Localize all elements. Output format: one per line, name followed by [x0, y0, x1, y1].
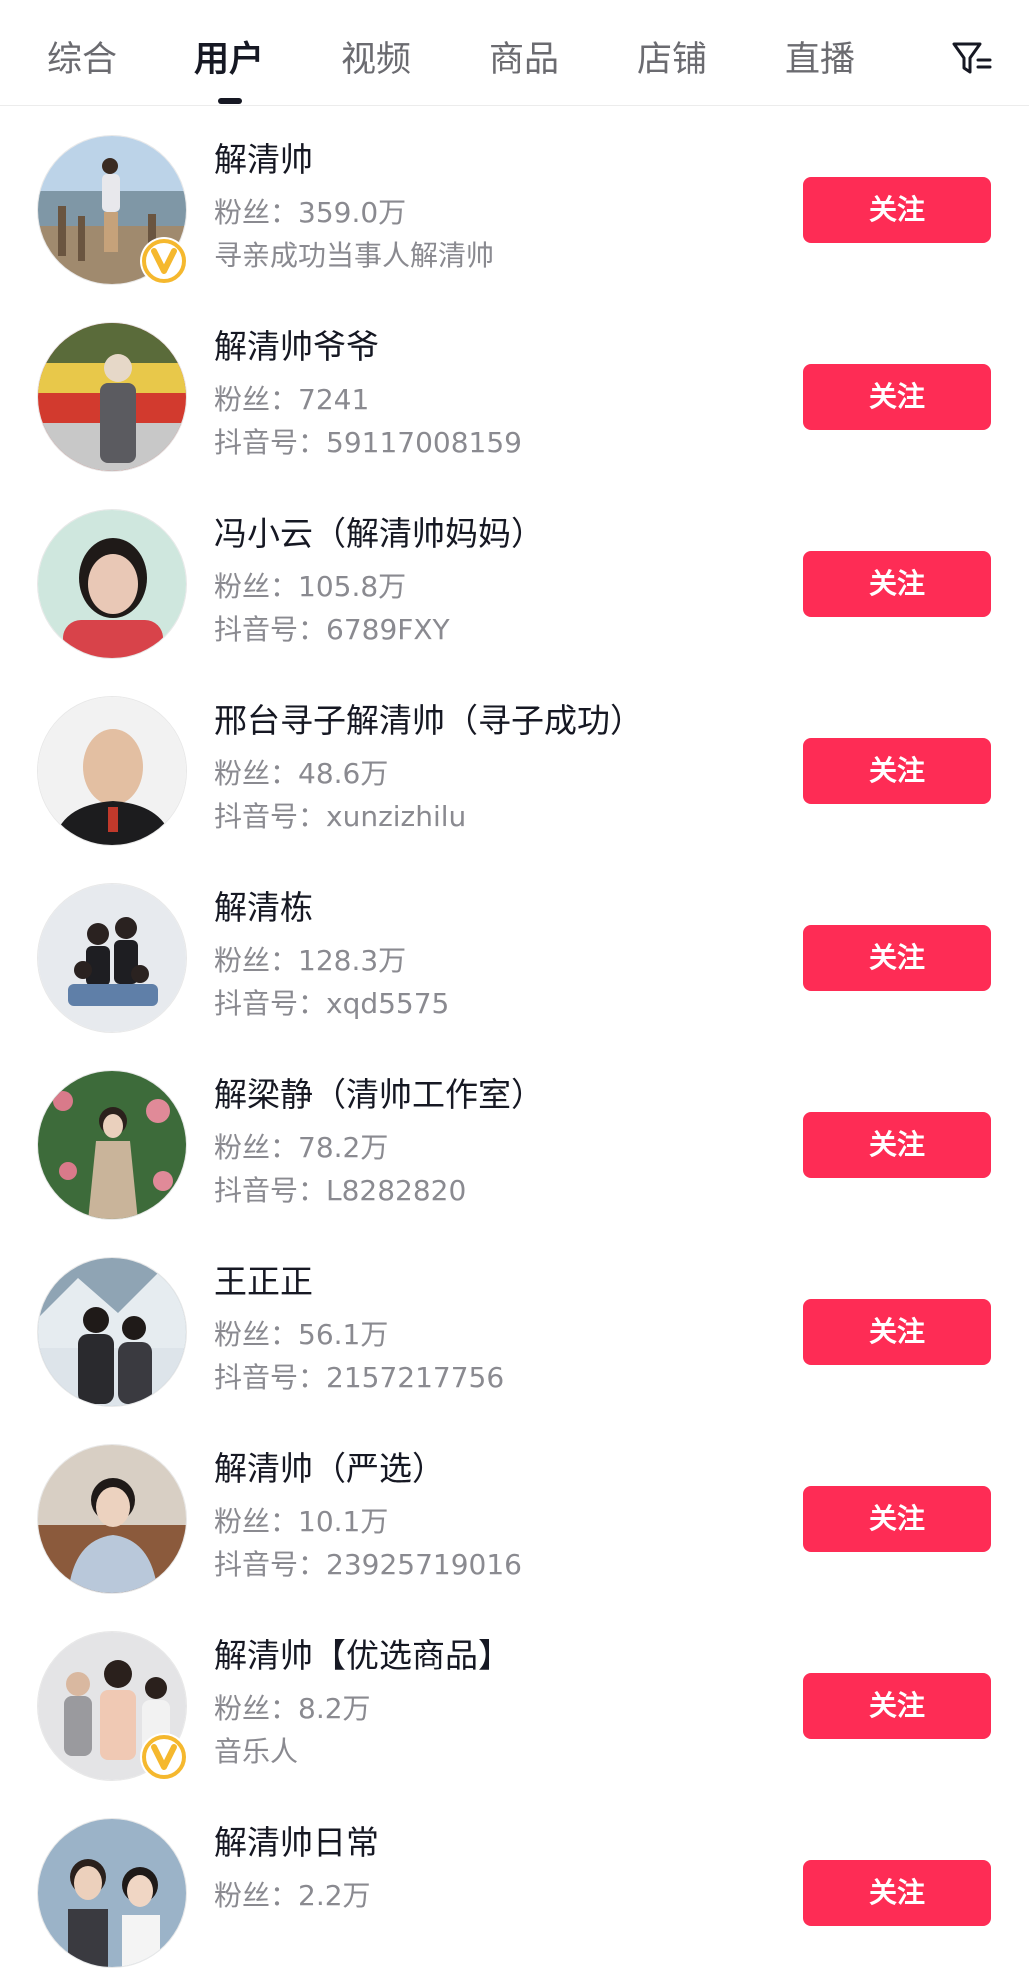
- fans-label: 粉丝：: [214, 1131, 299, 1164]
- fans-label: 粉丝：: [214, 944, 299, 977]
- user-description: 音乐人: [214, 1735, 299, 1768]
- fans-label: 粉丝：: [214, 1505, 299, 1538]
- avatar[interactable]: [37, 1818, 187, 1968]
- user-row[interactable]: 王正正 粉丝：56.1万 抖音号：2157217756 关注: [0, 1229, 1029, 1416]
- user-row[interactable]: 解清帅【优选商品】 粉丝：8.2万 音乐人 关注: [0, 1603, 1029, 1790]
- avatar[interactable]: [37, 322, 187, 472]
- avatar[interactable]: [37, 1070, 187, 1220]
- tab-videos[interactable]: 视频: [341, 36, 411, 84]
- user-name: 解清帅爷爷: [214, 327, 379, 366]
- follow-button[interactable]: 关注: [803, 1486, 991, 1552]
- active-tab-indicator: [218, 98, 242, 104]
- follower-count: 粉丝：8.2万: [214, 1689, 371, 1729]
- follower-count: 粉丝：105.8万: [214, 567, 406, 607]
- fans-label: 粉丝：: [214, 196, 299, 229]
- user-row[interactable]: 解梁静（清帅工作室） 粉丝：78.2万 抖音号：L8282820 关注: [0, 1042, 1029, 1229]
- user-name: 解清栋: [214, 888, 313, 927]
- fans-value: 359.0万: [298, 196, 407, 229]
- avatar[interactable]: [37, 1257, 187, 1407]
- tab-users[interactable]: 用户: [194, 36, 264, 84]
- fans-value: 128.3万: [298, 944, 407, 977]
- fans-label: 粉丝：: [214, 1879, 299, 1912]
- user-name: 王正正: [214, 1262, 313, 1301]
- tab-comprehensive[interactable]: 综合: [47, 36, 117, 84]
- tab-shops[interactable]: 店铺: [637, 36, 707, 84]
- user-row[interactable]: 解清帅爷爷 粉丝：7241 抖音号：59117008159 关注: [0, 294, 1029, 481]
- douyin-id: 抖音号：L8282820: [214, 1174, 467, 1207]
- user-row[interactable]: 冯小云（解清帅妈妈） 粉丝：105.8万 抖音号：6789FXY 关注: [0, 481, 1029, 668]
- user-name: 解清帅: [214, 140, 313, 179]
- follower-count: 粉丝：10.1万: [214, 1502, 388, 1542]
- follow-button[interactable]: 关注: [803, 738, 991, 804]
- avatar[interactable]: [37, 509, 187, 659]
- avatar[interactable]: [37, 883, 187, 1033]
- follow-button[interactable]: 关注: [803, 1860, 991, 1926]
- user-description: 寻亲成功当事人解清帅: [214, 239, 495, 272]
- fans-label: 粉丝：: [214, 383, 299, 416]
- fans-value: 7241: [298, 383, 370, 416]
- follower-count: 粉丝：56.1万: [214, 1315, 388, 1355]
- fans-value: 8.2万: [298, 1692, 371, 1725]
- user-row[interactable]: 解清栋 粉丝：128.3万 抖音号：xqd5575 关注: [0, 855, 1029, 1042]
- douyin-id: 抖音号：xqd5575: [214, 987, 450, 1020]
- fans-label: 粉丝：: [214, 757, 299, 790]
- fans-value: 56.1万: [298, 1318, 389, 1351]
- user-row[interactable]: 解清帅（严选） 粉丝：10.1万 抖音号：23925719016 关注: [0, 1416, 1029, 1603]
- fans-value: 105.8万: [298, 570, 407, 603]
- fans-label: 粉丝：: [214, 1692, 299, 1725]
- fans-value: 48.6万: [298, 757, 389, 790]
- user-row[interactable]: 解清帅日常 粉丝：2.2万 关注: [0, 1790, 1029, 1977]
- follow-button[interactable]: 关注: [803, 551, 991, 617]
- tab-live[interactable]: 直播: [785, 36, 855, 84]
- user-name: 解清帅【优选商品】: [214, 1636, 511, 1675]
- fans-label: 粉丝：: [214, 1318, 299, 1351]
- fans-value: 2.2万: [298, 1879, 371, 1912]
- douyin-id: 抖音号：6789FXY: [214, 613, 450, 646]
- follow-button[interactable]: 关注: [803, 1299, 991, 1365]
- filter-button[interactable]: [950, 38, 994, 82]
- user-name: 解清帅日常: [214, 1823, 379, 1862]
- douyin-id: 抖音号：59117008159: [214, 426, 522, 459]
- follow-button[interactable]: 关注: [803, 1112, 991, 1178]
- user-name: 解梁静（清帅工作室）: [214, 1075, 544, 1114]
- follower-count: 粉丝：78.2万: [214, 1128, 388, 1168]
- avatar[interactable]: [37, 1444, 187, 1594]
- douyin-id: 抖音号：xunzizhilu: [214, 800, 467, 833]
- follow-button[interactable]: 关注: [803, 925, 991, 991]
- follower-count: 粉丝：7241: [214, 380, 369, 420]
- fans-value: 78.2万: [298, 1131, 389, 1164]
- verified-badge-icon: [140, 237, 188, 285]
- user-name: 冯小云（解清帅妈妈）: [214, 514, 544, 553]
- tab-products[interactable]: 商品: [489, 36, 559, 84]
- follow-button[interactable]: 关注: [803, 364, 991, 430]
- follower-count: 粉丝：359.0万: [214, 193, 406, 233]
- user-name: 邢台寻子解清帅（寻子成功）: [214, 701, 643, 740]
- douyin-id: 抖音号：23925719016: [214, 1548, 522, 1581]
- user-row[interactable]: 邢台寻子解清帅（寻子成功） 粉丝：48.6万 抖音号：xunzizhilu 关注: [0, 668, 1029, 855]
- avatar[interactable]: [37, 696, 187, 846]
- user-name: 解清帅（严选）: [214, 1449, 445, 1488]
- fans-value: 10.1万: [298, 1505, 389, 1538]
- follower-count: 粉丝：128.3万: [214, 941, 406, 981]
- follower-count: 粉丝：48.6万: [214, 754, 388, 794]
- fans-label: 粉丝：: [214, 570, 299, 603]
- follow-button[interactable]: 关注: [803, 1673, 991, 1739]
- search-tab-bar: 综合 用户 视频 商品 店铺 直播: [0, 0, 1029, 106]
- follow-button[interactable]: 关注: [803, 177, 991, 243]
- filter-icon: [952, 42, 992, 74]
- user-row[interactable]: 解清帅 粉丝：359.0万 寻亲成功当事人解清帅 关注: [0, 107, 1029, 294]
- follower-count: 粉丝：2.2万: [214, 1876, 371, 1916]
- verified-badge-icon: [140, 1733, 188, 1781]
- douyin-id: 抖音号：2157217756: [214, 1361, 505, 1394]
